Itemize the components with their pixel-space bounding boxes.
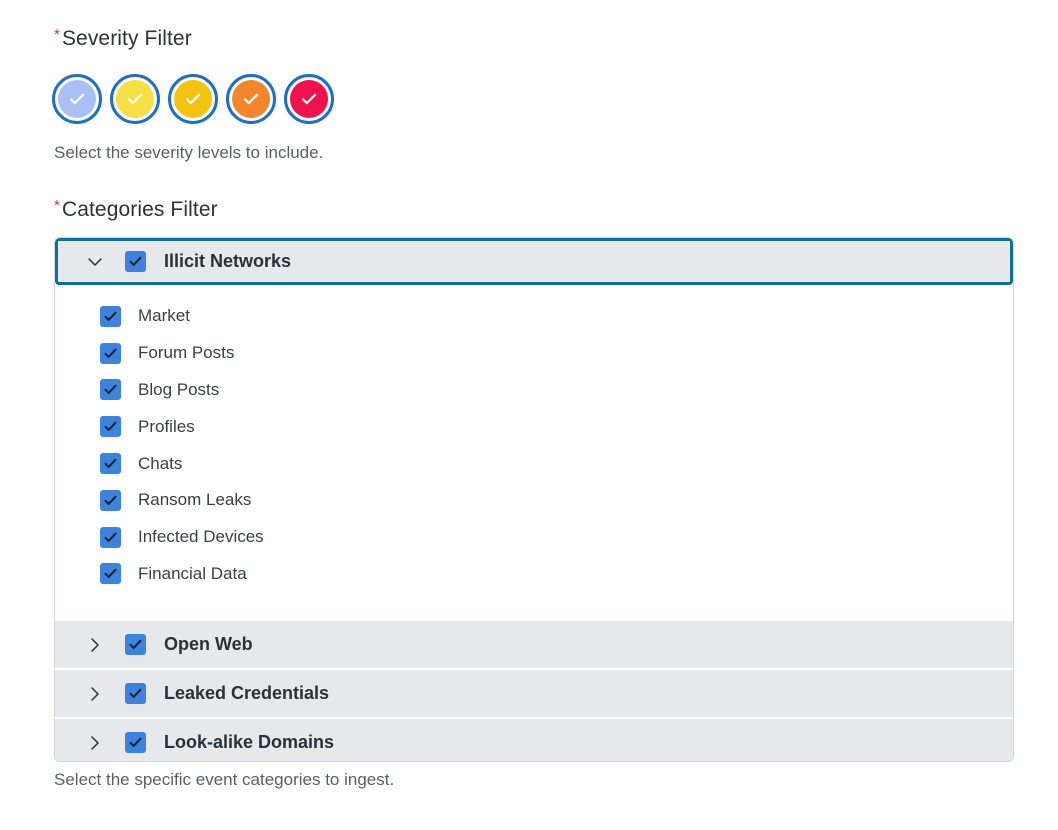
group-children-illicit-networks: Market Forum Posts Blog Posts Profiles C… xyxy=(55,285,1013,621)
checkmark-icon xyxy=(104,348,117,358)
group-header-leaked-credentials[interactable]: Leaked Credentials xyxy=(55,670,1013,717)
group-checkbox-leaked-credentials[interactable] xyxy=(125,683,146,704)
item-checkbox[interactable] xyxy=(100,563,121,585)
categories-help-text: Select the specific event categories to … xyxy=(54,770,395,789)
checkmark-icon xyxy=(104,569,117,579)
group-header-illicit-networks[interactable]: Illicit Networks xyxy=(55,238,1013,285)
group-checkbox-open-web[interactable] xyxy=(125,634,146,655)
checkmark-icon xyxy=(129,688,142,698)
item-label: Chats xyxy=(138,453,183,473)
checkmark-icon xyxy=(243,93,259,105)
severity-level-picker xyxy=(52,74,334,124)
list-item[interactable]: Blog Posts xyxy=(55,372,1013,409)
categories-tree: Illicit Networks Market Forum Posts Blog… xyxy=(54,237,1014,762)
checkmark-icon xyxy=(104,422,117,432)
list-item[interactable]: Financial Data xyxy=(55,556,1013,593)
item-label: Market xyxy=(138,306,190,326)
severity-level-1-swatch xyxy=(58,80,96,118)
checkmark-icon xyxy=(129,256,142,266)
item-checkbox[interactable] xyxy=(100,453,121,475)
group-title: Open Web xyxy=(164,634,253,654)
list-item[interactable]: Market xyxy=(55,298,1013,335)
item-checkbox[interactable] xyxy=(100,305,121,327)
group-checkbox-look-alike-domains[interactable] xyxy=(125,732,146,753)
checkmark-icon xyxy=(104,311,117,321)
group-title: Look-alike Domains xyxy=(164,732,335,752)
list-item[interactable]: Infected Devices xyxy=(55,519,1013,556)
severity-level-5-swatch xyxy=(290,80,328,118)
item-checkbox[interactable] xyxy=(100,342,121,364)
group-checkbox-illicit-networks[interactable] xyxy=(125,251,146,272)
chevron-right-icon[interactable] xyxy=(85,684,105,704)
item-label: Financial Data xyxy=(138,563,247,583)
item-label: Forum Posts xyxy=(138,343,235,363)
severity-level-2-toggle[interactable] xyxy=(110,74,160,124)
checkmark-icon xyxy=(104,532,117,542)
severity-level-5-toggle[interactable] xyxy=(284,74,334,124)
group-header-open-web[interactable]: Open Web xyxy=(55,621,1013,668)
item-label: Infected Devices xyxy=(138,527,264,547)
group-title: Illicit Networks xyxy=(164,251,292,271)
chevron-right-icon[interactable] xyxy=(85,733,105,753)
checkmark-icon xyxy=(301,93,317,105)
checkmark-icon xyxy=(69,93,85,105)
severity-level-1-toggle[interactable] xyxy=(52,74,102,124)
item-label: Profiles xyxy=(138,416,195,436)
item-checkbox[interactable] xyxy=(100,489,121,511)
checkmark-icon xyxy=(104,458,117,469)
list-item[interactable]: Profiles xyxy=(55,408,1013,445)
required-asterisk: * xyxy=(54,26,60,43)
checkmark-icon xyxy=(104,385,117,395)
severity-help-text: Select the severity levels to include. xyxy=(54,143,324,162)
list-item[interactable]: Chats xyxy=(55,445,1013,482)
checkmark-icon xyxy=(129,639,142,649)
item-checkbox[interactable] xyxy=(100,379,121,401)
item-label: Ransom Leaks xyxy=(138,490,252,510)
severity-level-2-swatch xyxy=(116,80,154,118)
severity-level-3-swatch xyxy=(174,80,212,118)
group-title: Leaked Credentials xyxy=(164,683,330,703)
required-asterisk: * xyxy=(54,197,60,214)
checkmark-icon xyxy=(129,737,142,747)
chevron-down-icon[interactable] xyxy=(85,252,105,272)
group-header-look-alike-domains[interactable]: Look-alike Domains xyxy=(55,719,1013,761)
chevron-right-icon[interactable] xyxy=(85,635,105,655)
severity-level-4-swatch xyxy=(232,80,270,118)
item-label: Blog Posts xyxy=(138,379,220,399)
item-checkbox[interactable] xyxy=(100,416,121,438)
checkmark-icon xyxy=(127,93,143,105)
checkmark-icon xyxy=(185,93,201,105)
categories-filter-label: *Categories Filter xyxy=(54,197,218,221)
list-item[interactable]: Ransom Leaks xyxy=(55,482,1013,519)
list-item[interactable]: Forum Posts xyxy=(55,335,1013,372)
severity-level-4-toggle[interactable] xyxy=(226,74,276,124)
severity-filter-label: *Severity Filter xyxy=(54,26,192,50)
severity-level-3-toggle[interactable] xyxy=(168,74,218,124)
checkmark-icon xyxy=(104,495,117,505)
item-checkbox[interactable] xyxy=(100,526,121,548)
